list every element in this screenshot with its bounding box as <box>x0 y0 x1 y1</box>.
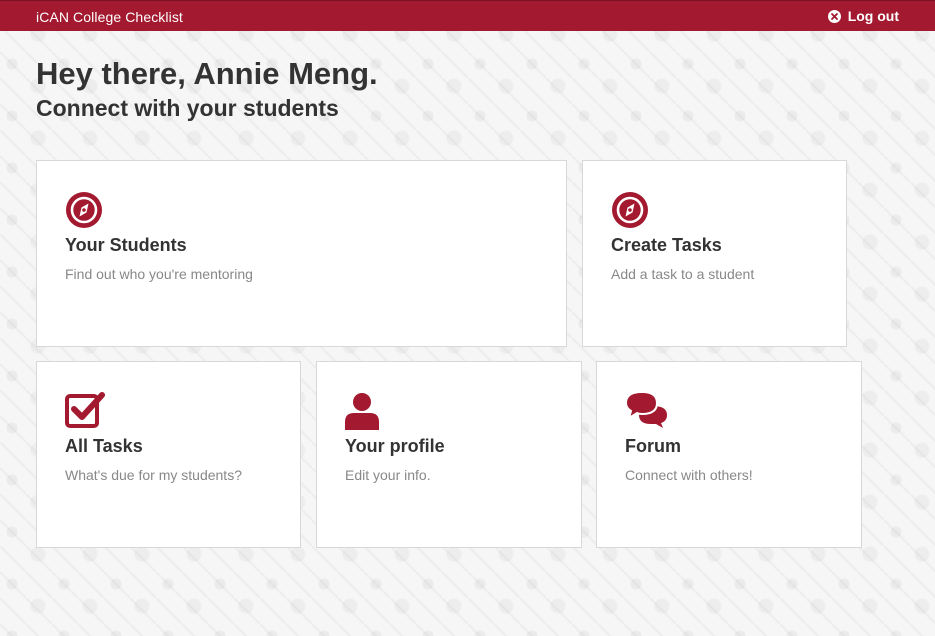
card-your-profile[interactable]: Your profile Edit your info. <box>316 361 582 548</box>
card-all-tasks[interactable]: All Tasks What's due for my students? <box>36 361 301 548</box>
page-title: Hey there, Annie Meng. <box>36 56 378 91</box>
card-forum[interactable]: Forum Connect with others! <box>596 361 862 548</box>
page-subtitle: Connect with your students <box>36 95 339 121</box>
card-description: Find out who you're mentoring <box>65 266 253 282</box>
card-title: Create Tasks <box>611 235 722 255</box>
card-description: Add a task to a student <box>611 266 755 282</box>
top-bar: iCAN College Checklist Log out <box>0 0 935 31</box>
close-circle-icon <box>827 9 841 23</box>
card-title: Your Students <box>65 235 187 255</box>
card-description: Edit your info. <box>345 467 431 483</box>
card-title: Your profile <box>345 436 445 456</box>
app-title: iCAN College Checklist <box>36 9 183 25</box>
logout-label: Log out <box>847 8 899 24</box>
logout-button[interactable]: Log out <box>827 8 899 24</box>
compass-icon <box>65 191 105 231</box>
card-create-tasks[interactable]: Create Tasks Add a task to a student <box>582 160 847 347</box>
card-description: Connect with others! <box>625 467 753 483</box>
user-icon <box>345 392 385 432</box>
card-your-students[interactable]: Your Students Find out who you're mentor… <box>36 160 567 347</box>
card-title: All Tasks <box>65 436 143 456</box>
card-title: Forum <box>625 436 681 456</box>
card-description: What's due for my students? <box>65 467 242 483</box>
chat-bubbles-icon <box>624 390 667 432</box>
compass-icon <box>611 191 651 231</box>
checkbox-icon <box>65 392 105 432</box>
